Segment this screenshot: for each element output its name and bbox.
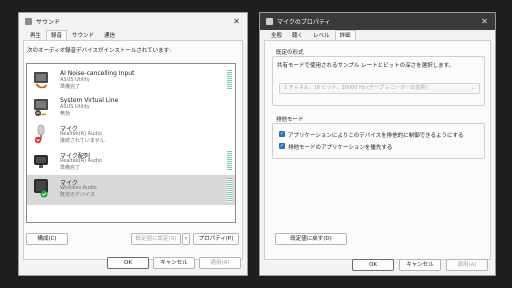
tab-sounds[interactable]: サウンド (67, 30, 99, 40)
chevron-down-icon: ⌄ (470, 85, 475, 91)
sound-title: サウンド (36, 19, 61, 26)
configure-button[interactable]: 構成(C) (26, 233, 68, 245)
device-name: AI Noise-cancelling Input (60, 70, 135, 77)
apply-button[interactable]: 適用(A) (199, 257, 241, 269)
priority-exclusive-checkbox[interactable]: ✓ (279, 143, 285, 149)
properties-button[interactable]: プロパティ(P) (193, 233, 239, 245)
allow-exclusive-checkbox[interactable]: ✓ (279, 131, 285, 137)
device-list[interactable]: AI Noise-cancelling Input ASUS Utility 準… (26, 63, 236, 223)
cancel-button[interactable]: キャンセル (153, 257, 195, 269)
close-icon[interactable]: ✕ (232, 17, 241, 26)
apply-button[interactable]: 適用(A) (446, 259, 488, 271)
format-select[interactable]: 1 チャネル、16 ビット、16000 Hz (テープ レコーダーの音質) ⌄ (279, 83, 480, 94)
sound-dialog: サウンド ✕ 再生 録音 サウンド 通信 次のオーディオ録音デバイスがインストー… (18, 12, 248, 276)
list-item-mic-wireless[interactable]: マイク Wireless Audio 既定のデバイス (27, 175, 235, 205)
tab-levels[interactable]: レベル (308, 30, 335, 40)
device-status: 接続されていません (60, 138, 105, 144)
microphone-disconnected-icon (34, 124, 45, 144)
ok-button[interactable]: OK (352, 259, 394, 271)
microphone-icon (266, 18, 273, 25)
priority-exclusive-label: 排他モードのアプリケーションを優先する (288, 145, 393, 151)
device-name: System Virtual Line (60, 97, 119, 104)
microphone-default-icon (34, 179, 48, 198)
tab-general[interactable]: 全般 (266, 30, 287, 40)
format-select-value: 1 チャネル、16 ビット、16000 Hz (テープ レコーダーの音質) (284, 85, 428, 91)
cancel-button[interactable]: キャンセル (399, 259, 441, 271)
mic-properties-dialog: マイクのプロパティ ✕ 全般 聴く レベル 詳細 既定の形式 共有モードで使用さ… (259, 12, 496, 276)
exclusive-mode-header: 排他モード (276, 117, 304, 123)
ok-button[interactable]: OK (107, 257, 149, 269)
tab-listen[interactable]: 聴く (287, 30, 308, 40)
sound-tabs: 再生 録音 サウンド 通信 (25, 30, 120, 40)
list-item-ai-noise-cancelling[interactable]: AI Noise-cancelling Input ASUS Utility 準… (27, 67, 235, 93)
device-status: 準備完了 (60, 84, 81, 90)
exclusive-mode-group: ✓ アプリケーションによりこのデバイスを排他的に制御できるようにする ✓ 排他モ… (272, 123, 485, 159)
default-format-group: 共有モードで使用されるサンプル レートとビットの深さを選択します。 1 チャネル… (272, 56, 485, 106)
cable-device-icon (34, 99, 48, 116)
sound-titlebar[interactable]: サウンド ✕ (19, 13, 247, 30)
level-meter (227, 70, 232, 90)
device-status: 既定のデバイス (60, 192, 95, 198)
restore-defaults-button[interactable]: 既定値に戻す(D) (275, 233, 347, 245)
tab-advanced[interactable]: 詳細 (334, 30, 356, 40)
default-format-description: 共有モードで使用されるサンプル レートとビットの深さを選択します。 (277, 63, 455, 69)
tab-communications[interactable]: 通信 (99, 30, 120, 40)
set-default-button[interactable]: 既定値に設定(S) (131, 233, 181, 245)
list-item-mic-array[interactable]: マイク配列 Realtek(R) Audio 準備完了 (27, 148, 235, 174)
level-meter (227, 151, 232, 171)
tab-playback[interactable]: 再生 (25, 30, 46, 40)
tab-recording[interactable]: 録音 (46, 30, 68, 40)
set-default-dropdown-button[interactable]: ▾ (182, 233, 190, 245)
device-status: 無効 (60, 111, 71, 117)
properties-tabs: 全般 聴く レベル 詳細 (266, 30, 356, 40)
device-status: 準備完了 (60, 165, 81, 171)
microphone-array-icon (34, 155, 48, 168)
cable-device-icon (34, 72, 48, 89)
allow-exclusive-label: アプリケーションによりこのデバイスを排他的に制御できるようにする (288, 133, 464, 139)
close-icon[interactable]: ✕ (480, 17, 489, 26)
list-item-system-virtual-line[interactable]: System Virtual Line ASUS Utility 無効 (27, 94, 235, 120)
list-item-mic-realtek[interactable]: マイク Realtek(R) Audio 接続されていません (27, 121, 235, 147)
level-meter (227, 178, 232, 202)
instruction-text: 次のオーディオ録音デバイスがインストールされています: (27, 48, 172, 54)
properties-title: マイクのプロパティ (277, 19, 331, 26)
properties-titlebar[interactable]: マイクのプロパティ ✕ (260, 13, 495, 30)
default-format-header: 既定の形式 (276, 50, 304, 56)
speaker-icon (25, 18, 32, 25)
advanced-panel: 既定の形式 共有モードで使用されるサンプル レートとビットの深さを選択します。 … (264, 40, 491, 260)
